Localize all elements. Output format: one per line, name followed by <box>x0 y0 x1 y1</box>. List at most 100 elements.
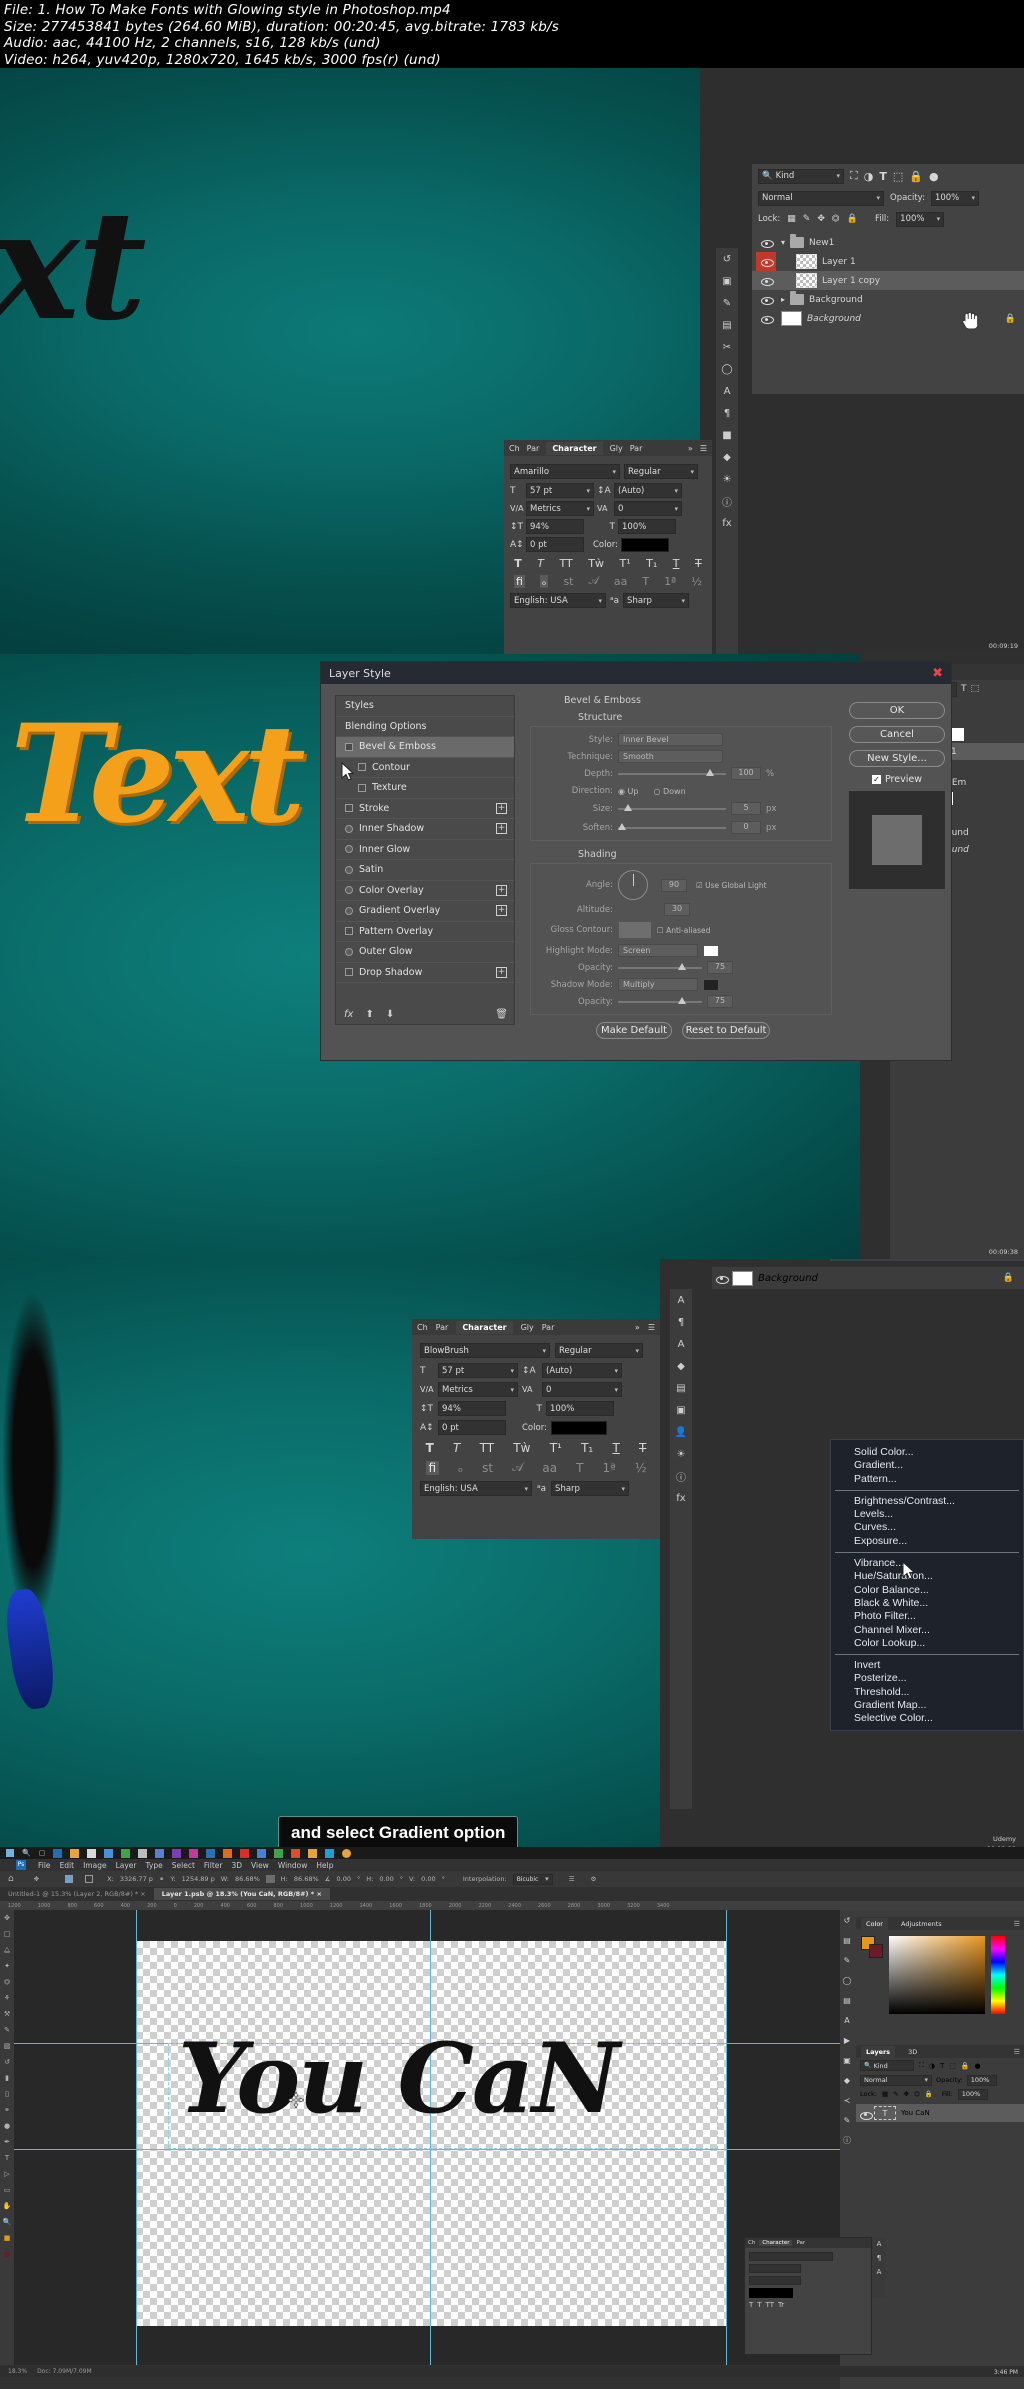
highlight-opacity-input[interactable]: 75 <box>707 961 733 974</box>
show-transform-checkbox[interactable] <box>85 1875 94 1883</box>
photoshop-menu-bar[interactable]: Ps File Edit Image Layer Type Select Fil… <box>0 1859 1024 1871</box>
move-tool-icon[interactable]: ✥ <box>0 1910 14 1926</box>
clone-stamp-tool-icon[interactable]: ▧ <box>0 2038 14 2054</box>
checkbox[interactable] <box>345 906 353 915</box>
swatches-icon[interactable]: ▤ <box>670 1377 692 1399</box>
menu-item-channel-mixer[interactable]: Channel Mixer... <box>831 1624 1023 1637</box>
swatches-icon[interactable]: ▤ <box>716 314 738 336</box>
menu-window[interactable]: Window <box>278 1861 308 1870</box>
kind-filter-dropdown-4[interactable]: 🔍 Kind <box>860 2060 914 2071</box>
make-default-button[interactable]: Make Default <box>596 1022 672 1039</box>
menu-item-vibrance[interactable]: Vibrance... <box>831 1557 1023 1570</box>
font-style-dropdown[interactable]: Regular ▾ <box>624 464 698 479</box>
app-icon[interactable] <box>342 1848 352 1858</box>
menu-help[interactable]: Help <box>316 1861 333 1870</box>
menu-item-posterize[interactable]: Posterize... <box>831 1672 1023 1685</box>
fractions-icon[interactable]: ½ <box>635 1461 647 1475</box>
type-filter-icon[interactable]: T <box>940 2062 944 2070</box>
smartobject-filter-icon[interactable]: 🔒 <box>961 2062 970 2070</box>
lock-all-icon[interactable]: 🔒 <box>925 2090 933 2098</box>
style-item-blending-options[interactable]: Blending Options <box>336 717 514 737</box>
character-icon[interactable]: A <box>716 380 738 402</box>
start-icon[interactable] <box>6 1849 14 1857</box>
brush-icon[interactable]: ✎ <box>840 1950 854 1970</box>
media-player-icon[interactable] <box>325 1848 335 1858</box>
photoshop-taskbar-icon[interactable] <box>206 1848 216 1858</box>
highlight-opacity-slider[interactable] <box>618 962 702 970</box>
language-dropdown-3[interactable]: English: USA ▾ <box>420 1481 532 1496</box>
shape-filter-icon[interactable]: ⬚ <box>971 684 980 694</box>
crop-tool-icon[interactable]: ⏣ <box>0 1974 14 1990</box>
direction-up-radio[interactable]: ◉ Up <box>618 787 638 796</box>
kerning-input[interactable]: Metrics ▾ <box>526 501 594 516</box>
paragraph-icon[interactable]: ¶ <box>670 1311 692 1333</box>
faux-italic-icon[interactable]: T <box>453 1441 460 1455</box>
bevel-style-dropdown[interactable]: Inner Bevel <box>618 733 723 746</box>
blur-tool-icon[interactable]: ⚭ <box>0 2102 14 2118</box>
strikethrough-icon[interactable]: T <box>695 557 702 570</box>
checkbox[interactable] <box>345 927 353 936</box>
tab-glyphs[interactable]: Gly <box>610 444 623 453</box>
document-tab-bar[interactable]: Untitled-1 @ 15.3% (Layer 2, RGB/8#) * ×… <box>0 1887 1024 1901</box>
style-item-styles[interactable]: Styles <box>336 696 514 717</box>
size-input[interactable]: 5 <box>731 802 761 815</box>
lock-artboard-icon[interactable]: ⏣ <box>832 214 840 224</box>
canvas-text-layer[interactable]: You CaN <box>178 2031 620 2127</box>
firefox-icon[interactable] <box>308 1848 318 1858</box>
menu-item-threshold[interactable]: Threshold... <box>831 1686 1023 1699</box>
shadow-opacity-input[interactable]: 75 <box>707 995 733 1008</box>
w-value[interactable]: 86.68% <box>235 1875 260 1883</box>
small-caps-icon[interactable]: Tr <box>778 2301 784 2309</box>
menu-item-curves[interactable]: Curves... <box>831 1521 1023 1534</box>
tab-glyphs[interactable]: Gly <box>521 1323 534 1332</box>
leading-input[interactable]: (Auto) ▾ <box>614 483 682 498</box>
vertical-scale-input[interactable]: 94% <box>526 519 584 534</box>
fx-panel-icon[interactable]: fx <box>716 512 738 534</box>
tracking-input[interactable]: 0 ▾ <box>614 501 682 516</box>
panel-menu-icon[interactable]: ☰ <box>1014 2048 1020 2056</box>
menu-select[interactable]: Select <box>172 1861 195 1870</box>
new-style-button[interactable]: New Style... <box>849 750 945 767</box>
mail-icon[interactable] <box>104 1848 114 1858</box>
link-icon[interactable]: ⚭ <box>159 1875 164 1883</box>
style-item-stroke[interactable]: Stroke + <box>336 799 514 819</box>
depth-slider[interactable] <box>618 768 726 776</box>
adjustment-filter-icon[interactable]: ◑ <box>864 170 874 183</box>
zoom-level[interactable]: 18.3% <box>8 2368 27 2375</box>
shield-icon[interactable] <box>257 1848 267 1858</box>
fractions-icon[interactable]: ½ <box>691 575 702 588</box>
tab-paragraph-styles[interactable]: Par <box>542 1323 555 1332</box>
panel-menu-icon[interactable]: ☰ <box>700 444 707 453</box>
style-item-bevel-emboss[interactable]: Bevel & Emboss <box>336 737 514 758</box>
glyphs-icon[interactable]: ■ <box>716 424 738 446</box>
anti-aliased-checkbox[interactable]: ☐ Anti-aliased <box>657 926 710 935</box>
x-value[interactable]: 3326.77 p <box>120 1875 153 1883</box>
menu-filter[interactable]: Filter <box>204 1861 223 1870</box>
layer-row[interactable]: T You CaN <box>856 2104 1024 2122</box>
document-tab-layer1psb[interactable]: Layer 1.psb @ 18.3% (You CaN, RGB/8#) * … <box>153 1888 330 1900</box>
swash-icon[interactable]: 𝒜 <box>588 574 598 588</box>
glyphs-icon[interactable]: A <box>670 1333 692 1355</box>
lock-artboard-icon[interactable]: ⏣ <box>914 2090 920 2098</box>
tab-ch[interactable]: Ch <box>509 444 520 453</box>
menu-item-levels[interactable]: Levels... <box>831 1508 1023 1521</box>
hand-tool-icon[interactable]: ✋ <box>0 2198 14 2214</box>
character-icon[interactable]: A <box>670 1289 692 1311</box>
notepad-icon[interactable] <box>138 1848 148 1858</box>
video-icon[interactable] <box>240 1848 250 1858</box>
add-icon[interactable]: + <box>496 823 507 835</box>
checkbox[interactable] <box>345 824 353 833</box>
font-style-dropdown-3[interactable]: Regular ▾ <box>555 1343 643 1358</box>
menu-item-brightness-contrast[interactable]: Brightness/Contrast... <box>831 1495 1023 1508</box>
underline-icon[interactable]: T <box>673 557 680 570</box>
menu-item-exposure[interactable]: Exposure... <box>831 1535 1023 1548</box>
blend-mode-dropdown-4[interactable]: Normal ▾ <box>860 2074 932 2086</box>
color-field[interactable] <box>889 1936 985 2014</box>
info-icon[interactable]: ⓘ <box>840 2130 854 2150</box>
document-tab-untitled[interactable]: Untitled-1 @ 15.3% (Layer 2, RGB/8#) * × <box>0 1888 154 1900</box>
tab-layers[interactable]: Layers <box>861 2045 896 2058</box>
notes-icon[interactable]: ✎ <box>840 2110 854 2130</box>
eye-icon[interactable] <box>760 275 774 286</box>
fill-input-4[interactable]: 100% <box>957 2088 988 2100</box>
menu-item-color-lookup[interactable]: Color Lookup... <box>831 1637 1023 1650</box>
